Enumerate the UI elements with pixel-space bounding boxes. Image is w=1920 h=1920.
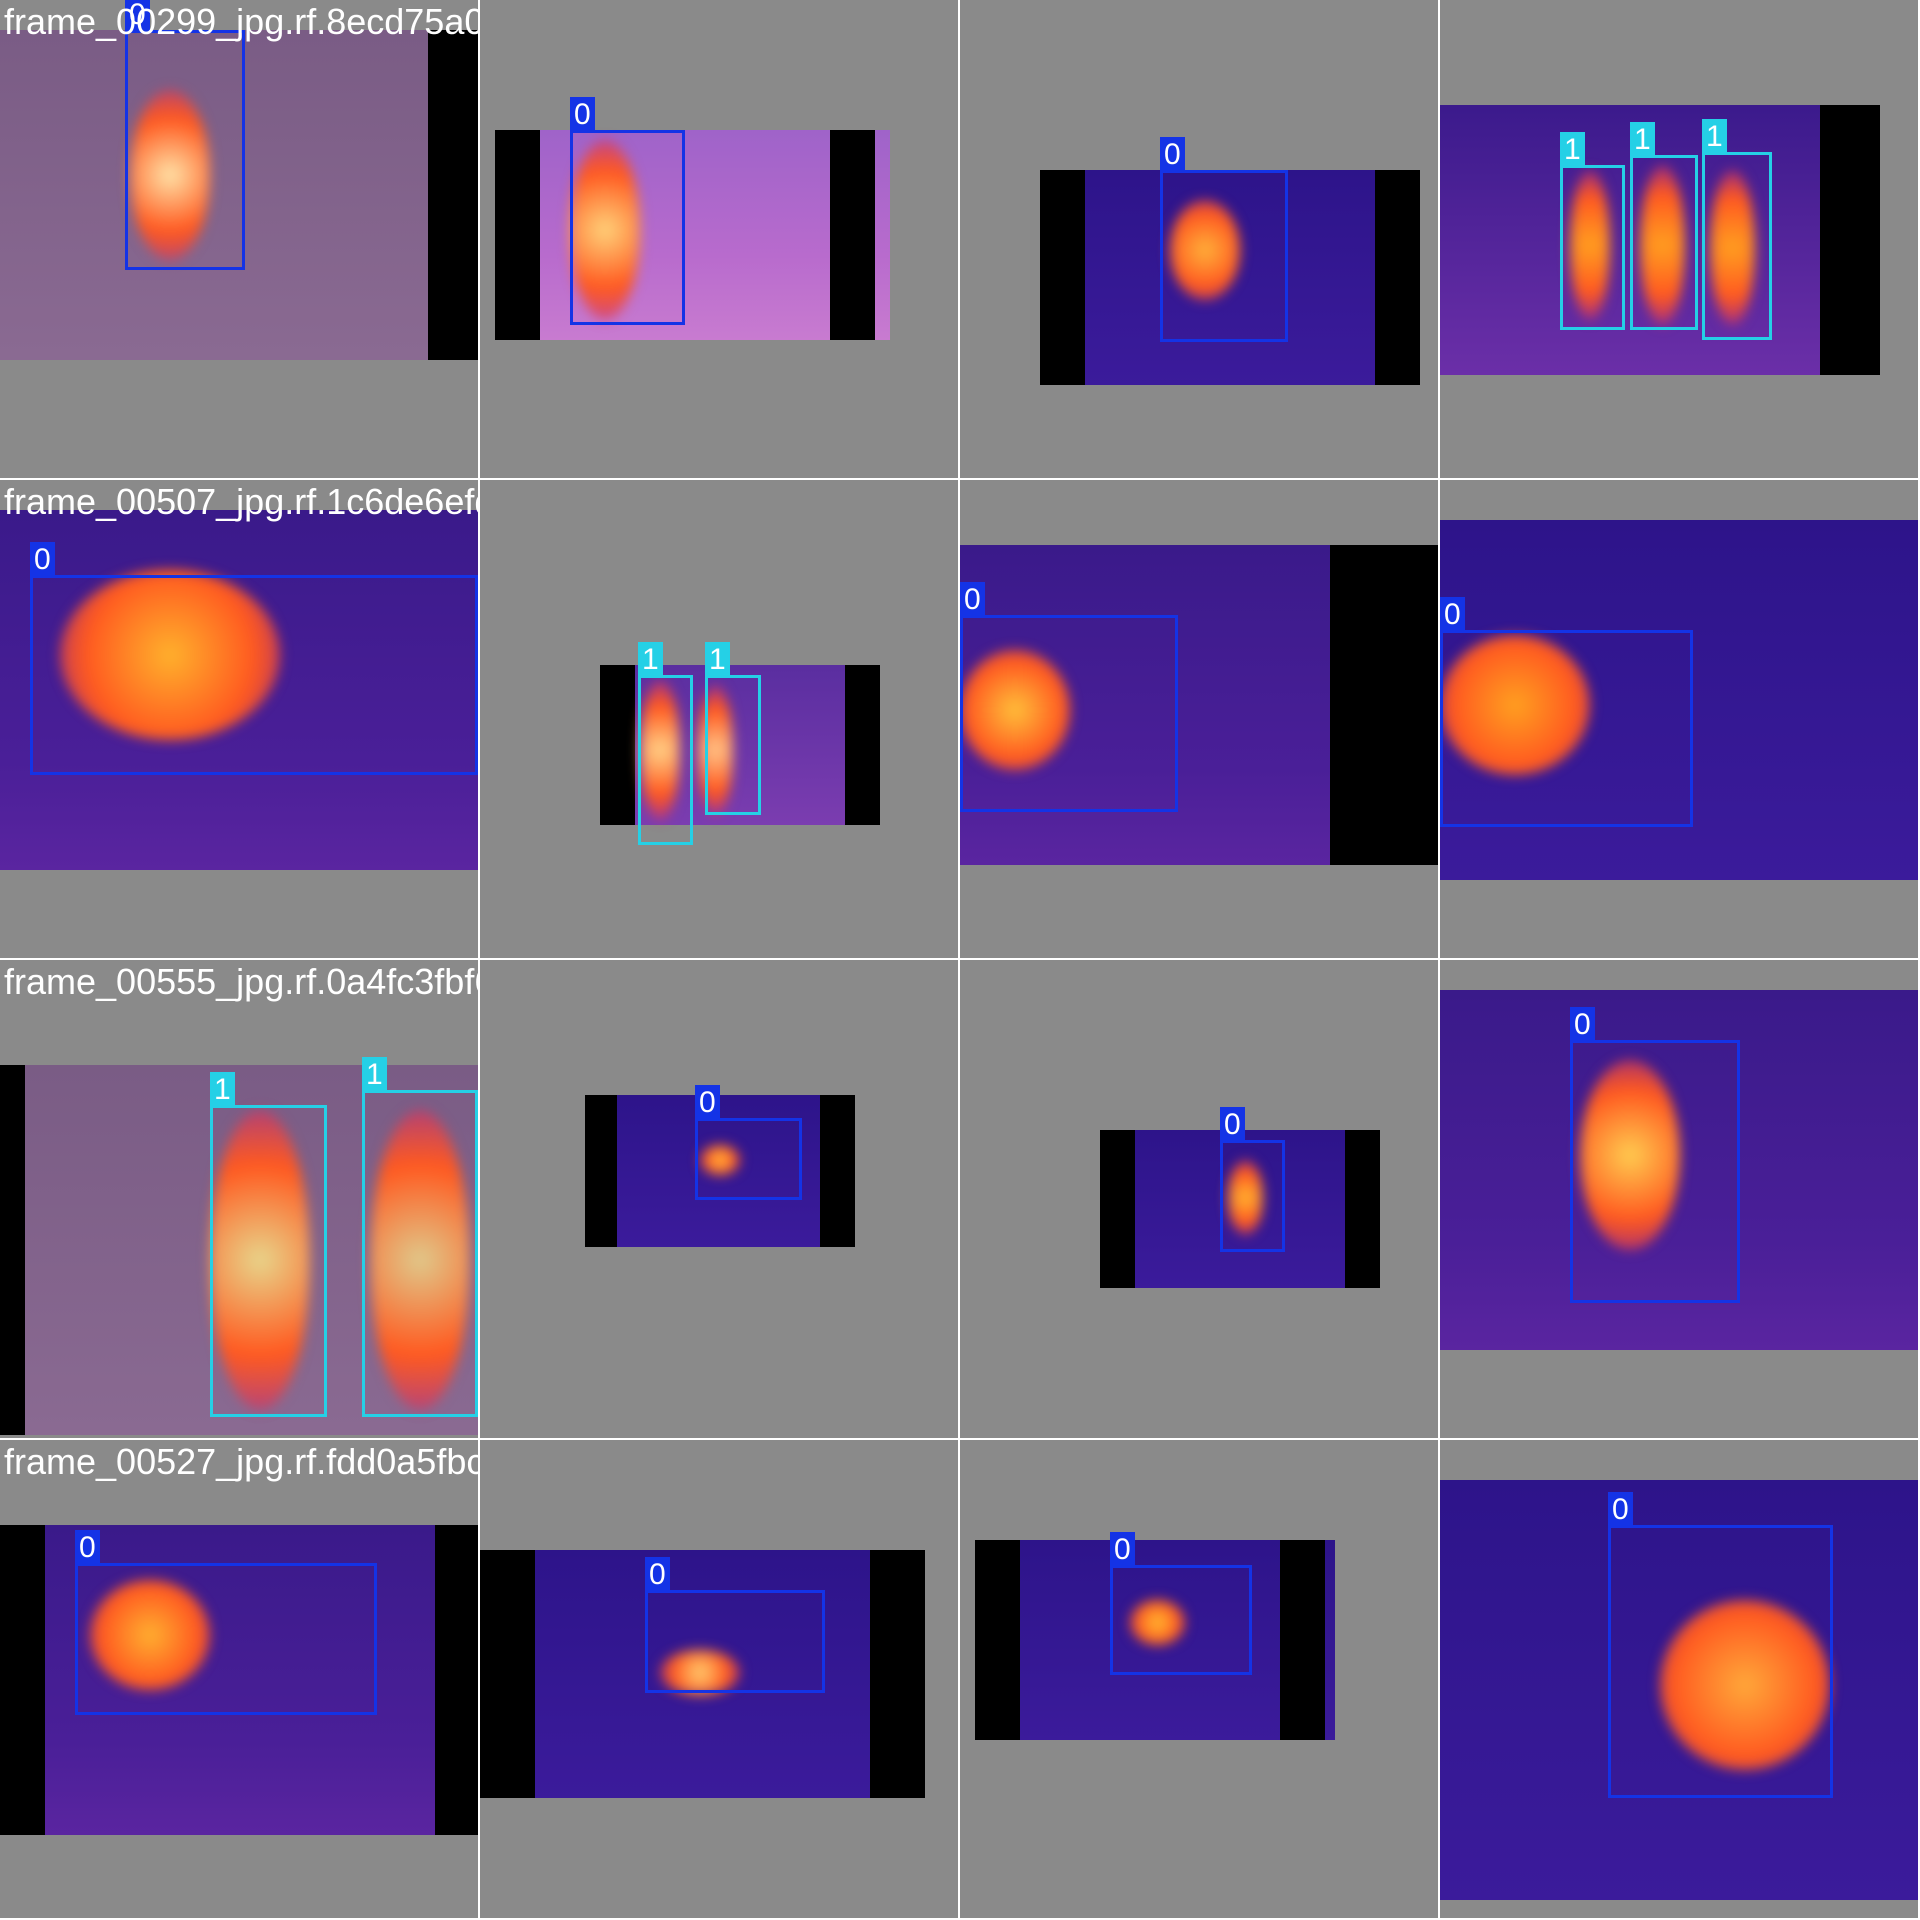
bounding-box: 0 <box>75 1530 377 1715</box>
letterbox-bar <box>1330 545 1438 865</box>
bounding-box: 1 <box>210 1072 327 1417</box>
filename-caption: frame_00527_jpg.rf.fdd0a5fbc5ae5d0f0293_… <box>4 1441 478 1482</box>
bounding-box: 0 <box>1608 1492 1833 1798</box>
letterbox-bar <box>428 30 478 360</box>
bounding-box: 0 <box>695 1085 802 1200</box>
letterbox-bar <box>1820 105 1880 375</box>
class-label: 0 <box>1110 1532 1135 1566</box>
letterbox-bar <box>495 130 540 340</box>
bounding-box: 0 <box>1440 597 1693 827</box>
bounding-box: 1 <box>638 642 693 845</box>
bounding-box: 1 <box>705 642 761 815</box>
class-label: 0 <box>960 582 985 616</box>
class-label: 0 <box>570 97 595 131</box>
bounding-box: 0 <box>645 1557 825 1693</box>
letterbox-bar <box>1375 170 1420 385</box>
class-label: 0 <box>1160 137 1185 171</box>
letterbox-bar <box>1040 170 1085 385</box>
class-label: 0 <box>695 1085 720 1119</box>
detection-tile: 0 <box>480 1440 958 1918</box>
bounding-box: 0 <box>125 0 245 270</box>
letterbox-bar <box>480 1550 535 1798</box>
class-label: 1 <box>1702 119 1727 153</box>
detection-tile: 0 <box>960 1440 1438 1918</box>
letterbox-bar <box>435 1525 478 1835</box>
letterbox-bar <box>975 1540 1020 1740</box>
bounding-box: 1 <box>1560 132 1625 330</box>
bounding-box: 0 <box>960 582 1178 812</box>
class-label: 1 <box>638 642 663 676</box>
class-label: 1 <box>1630 122 1655 156</box>
detection-tile: 0 <box>960 480 1438 958</box>
bounding-box: 1 <box>1702 119 1772 340</box>
detection-tile: 0 <box>1440 480 1918 958</box>
letterbox-bar <box>585 1095 617 1247</box>
grid-divider <box>0 1438 1920 1440</box>
class-label: 0 <box>30 542 55 576</box>
letterbox-bar <box>0 1525 45 1835</box>
class-label: 1 <box>705 642 730 676</box>
detection-tile: 0 <box>960 960 1438 1438</box>
detection-tile: 0 <box>960 0 1438 478</box>
grid-divider <box>0 478 1920 480</box>
letterbox-bar <box>820 1095 855 1247</box>
detection-mosaic: 0frame_00299_jpg.rf.8ecd75a08506a092834_… <box>0 0 1920 1920</box>
letterbox-bar <box>845 665 880 825</box>
letterbox-bar <box>830 130 875 340</box>
filename-caption: frame_00299_jpg.rf.8ecd75a08506a092834_j… <box>4 1 478 42</box>
letterbox-bar <box>870 1550 925 1798</box>
class-label: 0 <box>75 1530 100 1564</box>
class-label: 0 <box>1608 1492 1633 1526</box>
class-label: 0 <box>645 1557 670 1591</box>
detection-tile: 0frame_00299_jpg.rf.8ecd75a08506a092834_… <box>0 0 478 478</box>
class-label: 1 <box>362 1057 387 1091</box>
bounding-box: 0 <box>1570 1007 1740 1303</box>
letterbox-bar <box>1280 1540 1325 1740</box>
letterbox-bar <box>600 665 635 825</box>
grid-divider <box>958 0 960 1920</box>
grid-divider <box>478 0 480 1920</box>
class-label: 1 <box>210 1072 235 1106</box>
letterbox-bar <box>1345 1130 1380 1288</box>
grid-divider <box>1438 0 1440 1920</box>
detection-tile: 0 <box>1440 960 1918 1438</box>
filename-caption: frame_00555_jpg.rf.0a4fc3fbf66b3e0f9367a… <box>4 961 478 1002</box>
bounding-box: 0 <box>30 542 478 775</box>
filename-caption: frame_00507_jpg.rf.1c6de6efdabe0f3057c9j… <box>4 481 478 522</box>
class-label: 0 <box>1440 597 1465 631</box>
bounding-box: 0 <box>1160 137 1288 342</box>
detection-tile: 0 <box>480 960 958 1438</box>
bounding-box: 0 <box>570 97 685 325</box>
class-label: 0 <box>1570 1007 1595 1041</box>
letterbox-bar <box>1100 1130 1135 1288</box>
bounding-box: 1 <box>362 1057 478 1417</box>
detection-tile: 1 1 frame_00555_jpg.rf.0a4fc3fbf66b3e0f936… <box>0 960 478 1438</box>
bounding-box: 0 <box>1110 1532 1252 1675</box>
detection-tile: 0 frame_00507_jpg.rf.1c6de6efdabe0f3057c9… <box>0 480 478 958</box>
class-label: 0 <box>1220 1107 1245 1141</box>
detection-tile: 1 1 1 <box>1440 0 1918 478</box>
detection-tile: 0 frame_00527_jpg.rf.fdd0a5fbc5ae5d0f0293… <box>0 1440 478 1918</box>
detection-tile: 11 <box>480 480 958 958</box>
detection-tile: 0 <box>480 0 958 478</box>
bounding-box: 0 <box>1220 1107 1285 1252</box>
detection-tile: 0 <box>1440 1440 1918 1918</box>
bounding-box: 1 <box>1630 122 1698 330</box>
grid-divider <box>0 958 1920 960</box>
class-label: 1 <box>1560 132 1585 166</box>
letterbox-bar <box>0 1065 25 1435</box>
